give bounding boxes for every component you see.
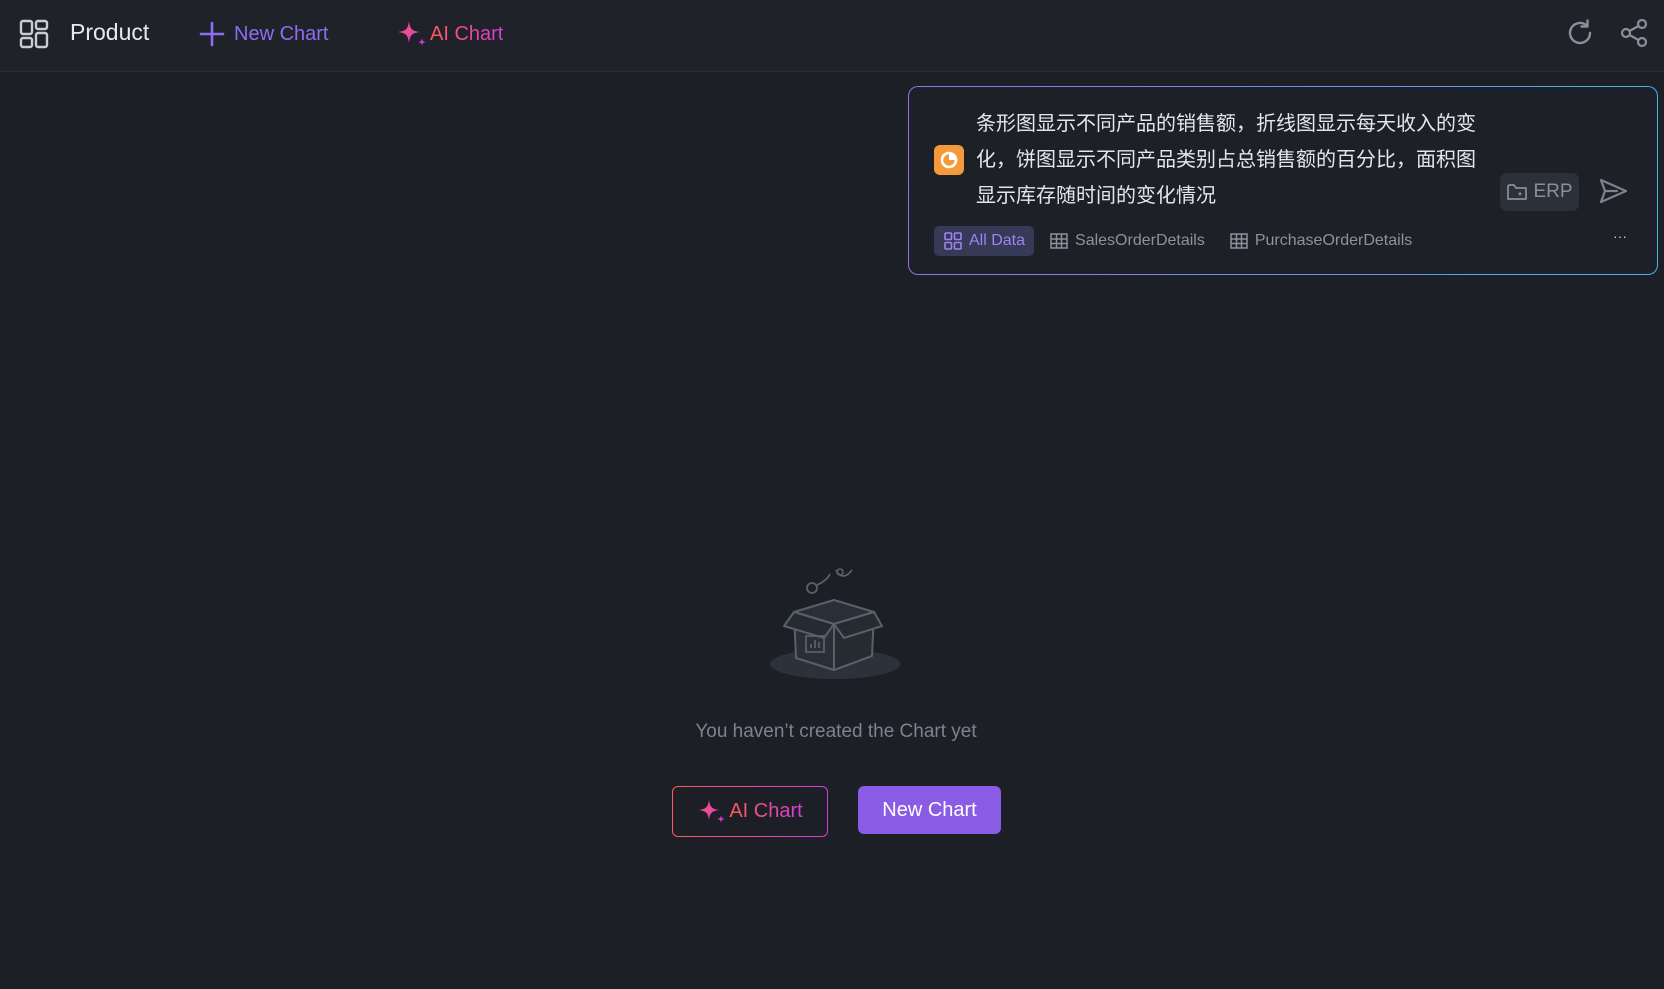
- datasource-label: ERP: [1533, 181, 1573, 202]
- page-title: Product: [70, 19, 150, 45]
- pie-chart-icon: [934, 145, 964, 175]
- folder-sparkle-icon: [1507, 184, 1528, 200]
- ai-chart-button[interactable]: AI Chart: [396, 18, 503, 50]
- empty-ai-chart-button[interactable]: AI Chart: [672, 786, 828, 837]
- datasource-selector[interactable]: ERP: [1500, 173, 1579, 211]
- share-icon[interactable]: [1618, 17, 1650, 49]
- ai-chart-label: AI Chart: [729, 800, 803, 822]
- new-chart-label: New Chart: [234, 22, 329, 45]
- send-icon[interactable]: [1597, 175, 1629, 207]
- source-purchase-order-details[interactable]: PurchaseOrderDetails: [1220, 226, 1421, 256]
- grid-icon: [944, 232, 962, 250]
- top-bar: Product New Chart AI Chart: [0, 0, 1664, 72]
- source-label: PurchaseOrderDetails: [1254, 232, 1413, 249]
- ai-chart-label: AI Chart: [430, 22, 504, 45]
- empty-new-chart-button[interactable]: New Chart: [858, 786, 1001, 834]
- plus-icon: [199, 21, 225, 47]
- dashboard-grid-icon: [19, 19, 49, 49]
- new-chart-button[interactable]: New Chart: [198, 18, 328, 50]
- sparkle-icon: [398, 21, 426, 46]
- ai-prompt-card: 条形图显示不同产品的销售额，折线图显示每天收入的变化，饼图显示不同产品类别占总销…: [908, 86, 1658, 275]
- source-label: SalesOrderDetails: [1075, 232, 1205, 249]
- source-label: All Data: [969, 232, 1026, 249]
- more-options-button[interactable]: ···: [1609, 227, 1631, 249]
- source-sales-order-details[interactable]: SalesOrderDetails: [1040, 226, 1214, 256]
- refresh-icon[interactable]: [1564, 17, 1596, 49]
- prompt-input[interactable]: 条形图显示不同产品的销售额，折线图显示每天收入的变化，饼图显示不同产品类别占总销…: [976, 105, 1488, 213]
- source-all-data[interactable]: All Data: [934, 226, 1035, 256]
- table-icon: [1230, 233, 1248, 249]
- table-icon: [1050, 233, 1068, 249]
- data-source-tabs: All Data SalesOrderDetails PurchaseOrder…: [934, 226, 1421, 256]
- empty-box-illustration: [770, 568, 900, 679]
- empty-state-message: You haven’t created the Chart yet: [695, 721, 977, 742]
- sparkle-icon: [699, 799, 726, 823]
